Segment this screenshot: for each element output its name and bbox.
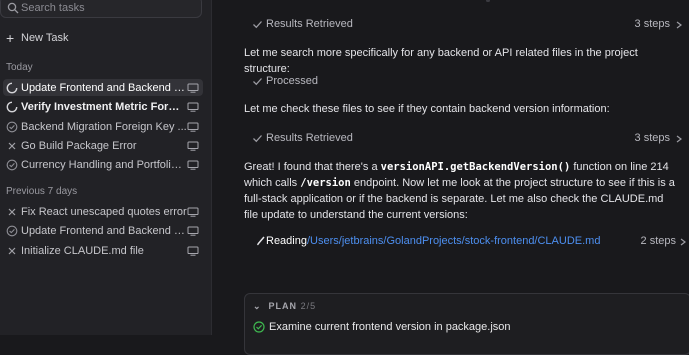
monitor-icon [187, 83, 199, 93]
chevron-icon [676, 135, 682, 143]
section-label-previous-7-days: Previous 7 days [6, 186, 78, 197]
chevron-icon [680, 238, 686, 246]
monitor-icon [187, 246, 199, 256]
reading-label: Reading [266, 235, 307, 247]
check-icon [253, 135, 262, 143]
plan-progress: 2/5 [300, 301, 317, 311]
task-item-label: Verify Investment Metric Formulas [21, 100, 187, 113]
conversation-panel: Results Retrieved 3 steps Let me search … [212, 0, 689, 355]
message-text: Great! I found that there's a [244, 161, 381, 173]
monitor-icon [187, 102, 199, 112]
plan-header[interactable]: ⌄ PLAN 2/5 [253, 301, 316, 312]
spinner-icon [6, 82, 18, 93]
task-item[interactable]: Verify Investment Metric Formulas [3, 98, 203, 115]
plus-icon: + [6, 30, 15, 46]
step-results-retrieved[interactable]: Results Retrieved 3 steps [252, 17, 682, 33]
task-item-label: Update Frontend and Backend V... [21, 224, 187, 237]
file-path-link[interactable]: /Users/jetbrains/GolandProjects/stock-fr… [307, 235, 600, 247]
x-icon [8, 247, 16, 254]
status-icon [6, 245, 18, 257]
task-item[interactable]: Update Frontend and Backend V... [3, 222, 203, 239]
pencil-icon [257, 236, 265, 246]
plan-title: PLAN [268, 301, 298, 311]
status-icon [6, 225, 18, 237]
task-sidebar: Search tasks + New Task Today Update Fro… [0, 0, 212, 335]
task-item-label: Currency Handling and Portfolio ... [21, 158, 187, 171]
monitor-icon [187, 141, 199, 151]
plan-item: Examine current frontend version in pack… [253, 321, 511, 333]
step-results-retrieved[interactable]: Results Retrieved 3 steps [252, 131, 682, 147]
task-item[interactable]: Go Build Package Error [3, 137, 203, 154]
assistant-message: Let me search more specifically for any … [244, 47, 638, 75]
inline-code: /version [300, 177, 351, 189]
monitor-icon [187, 226, 199, 236]
check-icon [253, 21, 262, 29]
inline-code: versionAPI.getBackendVersion() [380, 161, 571, 173]
chevron-down-icon: ⌄ [253, 301, 269, 311]
step-label: Results Retrieved [266, 18, 353, 30]
check-circle-icon [6, 159, 18, 170]
step-label: Processed [266, 75, 318, 87]
step-label: Results Retrieved [266, 132, 353, 144]
assistant-message: Great! I found that there's a versionAPI… [244, 159, 680, 223]
task-item[interactable]: Update Frontend and Backend V... [3, 79, 203, 96]
task-item[interactable]: Fix React unescaped quotes error [3, 203, 203, 220]
task-item[interactable]: Currency Handling and Portfolio ... [3, 156, 203, 173]
check-circle-icon [6, 121, 18, 132]
status-icon [6, 206, 18, 218]
step-count: 2 steps [640, 235, 676, 247]
x-icon [8, 142, 16, 149]
step-count: 3 steps [634, 18, 670, 30]
search-tasks-input[interactable]: Search tasks [0, 0, 202, 18]
status-icon [6, 159, 18, 171]
new-task-label: New Task [21, 32, 69, 44]
plan-item-label: Examine current frontend version in pack… [269, 321, 511, 333]
chevron-icon [676, 21, 682, 29]
step-count: 3 steps [634, 132, 670, 144]
monitor-icon [187, 207, 199, 217]
plan-panel[interactable]: ⌄ PLAN 2/5 Examine current frontend vers… [244, 293, 689, 355]
task-item-label: Fix React unescaped quotes error [21, 205, 187, 218]
task-item-label: Update Frontend and Backend V... [21, 81, 187, 94]
step-reading-file[interactable]: Reading /Users/jetbrains/GolandProjects/… [256, 233, 686, 249]
search-icon [7, 2, 19, 14]
status-icon [6, 121, 18, 133]
status-icon [6, 82, 18, 94]
x-icon [8, 208, 16, 215]
section-label-today: Today [6, 62, 33, 73]
check-icon [253, 78, 262, 86]
task-item-label: Initialize CLAUDE.md file [21, 244, 144, 257]
monitor-icon [187, 122, 199, 132]
task-item-label: Go Build Package Error [21, 139, 137, 152]
status-icon [6, 140, 18, 152]
status-icon [6, 101, 18, 113]
task-item-label: Backend Migration Foreign Key ... [21, 120, 187, 133]
task-item[interactable]: Initialize CLAUDE.md file [3, 242, 203, 259]
check-circle-icon [253, 321, 265, 333]
task-item[interactable]: Backend Migration Foreign Key ... [3, 118, 203, 135]
search-placeholder: Search tasks [21, 2, 85, 14]
spinner-icon [6, 101, 18, 112]
assistant-message: Let me check these files to see if they … [244, 103, 610, 115]
monitor-icon [187, 160, 199, 170]
step-processed[interactable]: Processed [252, 74, 672, 90]
new-task-button[interactable]: + New Task [6, 31, 68, 45]
scroll-indicator[interactable] [486, 0, 490, 2]
check-circle-icon [6, 225, 18, 236]
